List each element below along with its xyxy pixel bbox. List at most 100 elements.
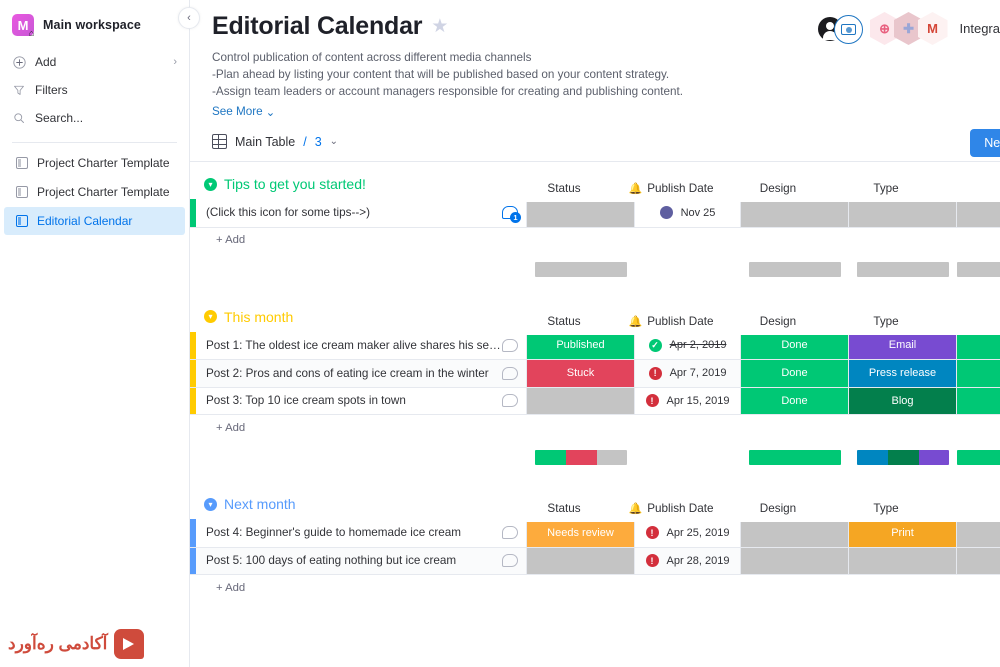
chat-bubble-icon[interactable] — [502, 394, 518, 408]
column-header-design[interactable]: Design — [724, 308, 832, 335]
cell-publish-date[interactable]: ! Apr 25, 2019 — [635, 519, 741, 547]
cell-type[interactable] — [849, 547, 957, 575]
chat-bubble-icon[interactable] — [502, 338, 518, 352]
sidebar-item-filters-label: Filters — [35, 83, 68, 97]
column-header-type[interactable]: Type — [832, 308, 940, 335]
cell-item-name[interactable]: (Click this icon for some tips-->) — [196, 199, 527, 227]
summary-cell-date — [635, 610, 741, 624]
cell-extra[interactable] — [957, 360, 1000, 387]
cell-design[interactable]: Done — [741, 331, 849, 360]
add-item-row[interactable]: + Add — [190, 226, 1000, 253]
table-row[interactable]: Post 2: Pros and cons of eating ice crea… — [190, 359, 1000, 387]
caret-down-circle-icon[interactable]: ▾ — [204, 310, 217, 324]
cell-status[interactable] — [527, 547, 635, 575]
chat-bubble-badge-icon[interactable] — [502, 206, 521, 224]
column-header-date[interactable]: 🔔 Publish Date — [618, 308, 724, 335]
summary-cell-status — [527, 610, 635, 624]
column-header-extra[interactable] — [940, 175, 1000, 202]
cell-design[interactable]: Done — [741, 360, 849, 387]
item-name-label: (Click this icon for some tips-->) — [206, 206, 370, 220]
sidebar-item-search[interactable]: Search... — [0, 104, 189, 132]
column-header-extra[interactable] — [940, 308, 1000, 335]
column-header-type[interactable]: Type — [832, 175, 940, 202]
table-row[interactable]: (Click this icon for some tips-->) Nov 2… — [190, 199, 1000, 227]
cell-publish-date[interactable]: ! Apr 15, 2019 — [635, 387, 741, 415]
workspace-logo: M ⌂ — [12, 14, 34, 38]
summary-bar-type — [857, 449, 949, 465]
clock-icon — [659, 206, 673, 220]
sidebar-item-filters[interactable]: Filters — [0, 76, 189, 104]
cell-type[interactable]: Press release — [849, 360, 957, 387]
integration-hexes[interactable]: ⊕ ✚ M — [869, 12, 948, 45]
cell-publish-date[interactable]: ✓ Apr 2, 2019 — [635, 331, 741, 360]
caret-down-circle-icon[interactable]: ▾ — [204, 177, 217, 191]
cell-status[interactable]: Published — [527, 331, 635, 360]
table-row[interactable]: Post 5: 100 days of eating nothing but i… — [190, 546, 1000, 575]
cell-design[interactable] — [741, 519, 849, 547]
see-more-button[interactable]: See More ⌄ — [212, 105, 275, 119]
cell-extra[interactable] — [957, 519, 1000, 547]
cell-extra[interactable] — [957, 331, 1000, 360]
cell-extra[interactable] — [957, 547, 1000, 575]
cell-type[interactable]: Email — [849, 331, 957, 360]
summary-cell-date — [635, 263, 741, 277]
cell-item-name[interactable]: Post 5: 100 days of eating nothing but i… — [196, 547, 527, 575]
cell-item-name[interactable]: Post 3: Top 10 ice cream spots in town — [196, 387, 527, 415]
cell-design[interactable] — [741, 199, 849, 227]
caret-down-circle-icon[interactable]: ▾ — [204, 497, 217, 511]
column-header-design[interactable]: Design — [724, 175, 832, 202]
status-badge — [527, 547, 634, 575]
cell-status[interactable]: Stuck — [527, 360, 635, 387]
column-header-status[interactable]: Status — [510, 495, 618, 522]
cell-design[interactable] — [741, 547, 849, 575]
column-header-design[interactable]: Design — [724, 495, 832, 522]
cell-type[interactable]: Print — [849, 519, 957, 547]
group-title: Next month — [224, 496, 296, 513]
cell-status[interactable] — [527, 199, 635, 227]
table-row[interactable]: Post 4: Beginner's guide to homemade ice… — [190, 519, 1000, 547]
sidebar-board-editorial-calendar[interactable]: Editorial Calendar — [4, 207, 185, 235]
chat-bubble-icon[interactable] — [502, 526, 518, 540]
group-spacer — [190, 464, 1000, 483]
cell-publish-date[interactable]: ! Apr 28, 2019 — [635, 547, 741, 575]
summary-cell-type — [849, 262, 957, 278]
star-icon[interactable]: ★ — [431, 15, 448, 38]
sidebar-item-add[interactable]: Add › — [0, 48, 189, 76]
sidebar-collapse-button[interactable]: ‹ — [178, 7, 200, 29]
column-header-extra[interactable] — [940, 495, 1000, 522]
cell-type[interactable]: Blog — [849, 387, 957, 415]
chat-bubble-icon[interactable] — [502, 366, 518, 380]
board-description: Control publication of content across di… — [212, 50, 1000, 101]
add-item-row[interactable]: + Add — [190, 414, 1000, 441]
column-header-date[interactable]: 🔔 Publish Date — [618, 495, 724, 522]
cell-type[interactable] — [849, 199, 957, 227]
new-post-button[interactable]: New Po — [970, 129, 1000, 158]
table-name[interactable]: Main Table — [235, 135, 295, 149]
table-row[interactable]: Post 1: The oldest ice cream maker alive… — [190, 331, 1000, 360]
chevron-down-icon[interactable]: ⌄ — [330, 136, 338, 147]
cell-design[interactable]: Done — [741, 387, 849, 415]
avatar-group[interactable] — [817, 14, 864, 44]
add-item-label: + Add — [216, 581, 246, 594]
group-summary — [190, 440, 1000, 465]
column-header-type[interactable]: Type — [832, 495, 940, 522]
cell-extra[interactable] — [957, 199, 1000, 227]
column-header-status[interactable]: Status — [510, 308, 618, 335]
column-header-date[interactable]: 🔔 Publish Date — [618, 175, 724, 202]
sidebar-board-project-charter-template-2[interactable]: Project Charter Template — [4, 178, 185, 206]
cell-item-name[interactable]: Post 4: Beginner's guide to homemade ice… — [196, 519, 527, 547]
cell-status[interactable]: Needs review — [527, 519, 635, 547]
table-row[interactable]: Post 3: Top 10 ice cream spots in town !… — [190, 386, 1000, 415]
cell-status[interactable] — [527, 387, 635, 415]
cell-item-name[interactable]: Post 1: The oldest ice cream maker alive… — [196, 331, 527, 360]
cell-extra[interactable] — [957, 387, 1000, 415]
column-header-status[interactable]: Status — [510, 175, 618, 202]
chat-bubble-icon[interactable] — [502, 554, 518, 568]
sidebar-board-project-charter-template-1[interactable]: Project Charter Template — [4, 149, 185, 177]
workspace-header[interactable]: M ⌂ Main workspace — [0, 8, 189, 46]
cell-publish-date[interactable]: ! Apr 7, 2019 — [635, 360, 741, 387]
design-badge — [741, 547, 848, 575]
cell-item-name[interactable]: Post 2: Pros and cons of eating ice crea… — [196, 360, 527, 387]
cell-publish-date[interactable]: Nov 25 — [635, 199, 741, 227]
add-item-row[interactable]: + Add — [190, 574, 1000, 601]
